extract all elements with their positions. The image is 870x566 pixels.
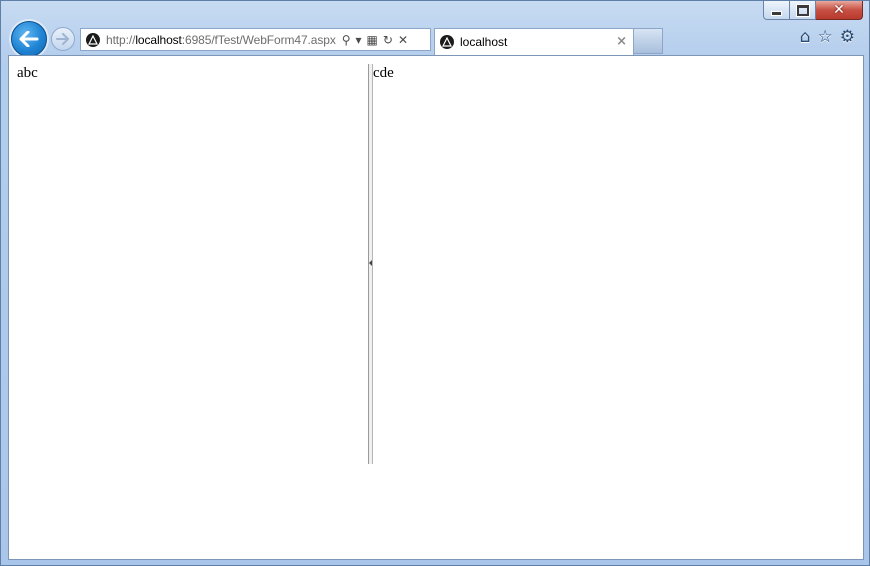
close-icon: ✕ [833, 2, 845, 18]
page-content: abc cde [8, 55, 864, 560]
close-window-button[interactable]: ✕ [816, 1, 863, 20]
browser-tab[interactable]: localhost × [434, 28, 634, 55]
right-pane-text: cde [373, 65, 394, 81]
pane-splitter[interactable] [368, 64, 373, 464]
new-tab-button[interactable] [634, 28, 663, 54]
url-prefix: http:// [106, 32, 136, 47]
back-button[interactable] [11, 21, 47, 57]
collapse-arrow-icon[interactable] [369, 260, 372, 266]
address-bar-tools: ⚲ ▾ ▦ ↻ ✕ [342, 34, 408, 46]
refresh-icon[interactable]: ↻ [383, 34, 393, 46]
maximize-button[interactable] [790, 1, 816, 20]
left-pane-text: abc [17, 65, 38, 81]
home-icon[interactable]: ⌂ [800, 29, 811, 46]
stop-icon[interactable]: ✕ [398, 34, 408, 46]
tab-favicon-icon [440, 35, 454, 49]
forward-button[interactable] [51, 27, 75, 51]
search-icon[interactable]: ⚲ [342, 34, 351, 46]
url-text[interactable]: http://localhost:6985/fTest/WebForm47.as… [106, 33, 336, 47]
dropdown-arrow-icon[interactable]: ▾ [356, 34, 362, 46]
browser-toolbar-right: ⌂ ☆ ⚙ [800, 29, 855, 46]
back-arrow-icon [19, 31, 39, 47]
url-path: :6985/fTest/WebForm47.aspx [181, 32, 336, 47]
site-favicon-icon [86, 32, 100, 47]
maximize-icon [796, 4, 809, 16]
address-bar[interactable]: http://localhost:6985/fTest/WebForm47.as… [80, 28, 431, 51]
forward-arrow-icon [56, 33, 69, 45]
compatibility-view-icon[interactable]: ▦ [367, 34, 378, 46]
url-host: localhost [135, 32, 182, 47]
gear-icon[interactable]: ⚙ [840, 29, 855, 46]
browser-window: ✕ http://localhost:6985/fTest/WebForm47.… [0, 0, 870, 566]
window-caption-buttons: ✕ [763, 1, 863, 21]
minimize-button[interactable] [763, 1, 790, 20]
star-icon[interactable]: ☆ [818, 29, 833, 46]
tab-label: localhost [460, 35, 508, 49]
minimize-icon [771, 10, 782, 16]
tab-close-icon[interactable]: × [616, 34, 627, 49]
